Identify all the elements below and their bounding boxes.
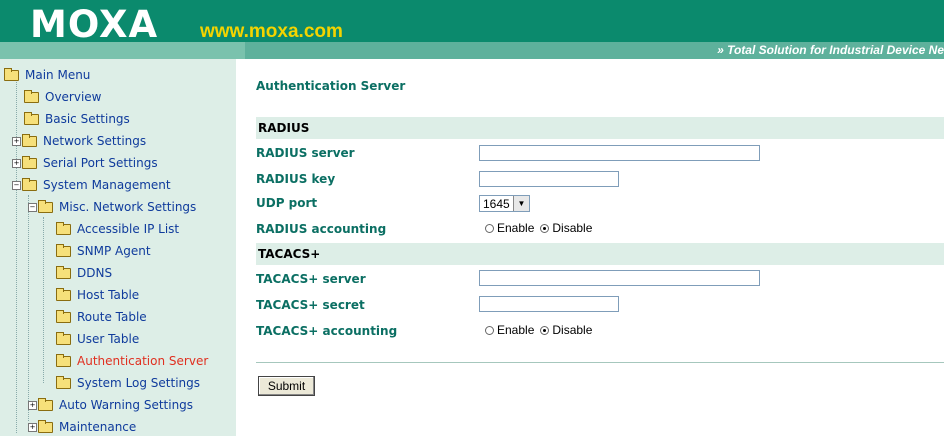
collapse-minus-icon[interactable]: − [28, 202, 37, 212]
folder-icon [56, 221, 71, 235]
sidebar-item-label: User Table [77, 332, 140, 346]
sidebar-item-maintenance[interactable]: + Maintenance [28, 417, 136, 437]
sidebar-item-label: Misc. Network Settings [59, 200, 197, 214]
sidebar-item-overview[interactable]: Overview [24, 87, 102, 107]
radius-server-label: RADIUS server [256, 146, 355, 160]
folder-icon [56, 287, 71, 301]
sidebar-item-label: Basic Settings [45, 112, 130, 126]
sidebar-item-label: Host Table [77, 288, 140, 302]
sidebar-item-label: Main Menu [25, 68, 91, 82]
folder-icon [56, 353, 71, 367]
folder-icon [56, 243, 71, 257]
collapse-minus-icon[interactable]: − [12, 180, 21, 190]
sidebar-item-serial-port-settings[interactable]: + Serial Port Settings [12, 153, 158, 173]
radius-accounting-disable-radio[interactable] [540, 223, 550, 233]
radius-accounting-enable-radio[interactable] [485, 223, 494, 233]
sidebar-item-label: Route Table [77, 310, 147, 324]
tacacs-secret-label: TACACS+ secret [256, 298, 365, 312]
sidebar-item-basic-settings[interactable]: Basic Settings [24, 109, 130, 129]
sidebar-item-label: Network Settings [43, 134, 147, 148]
tacacs-accounting-label: TACACS+ accounting [256, 324, 398, 338]
udp-port-label: UDP port [256, 196, 318, 210]
sidebar-item-label: System Management [43, 178, 171, 192]
tacacs-accounting-enable-radio[interactable] [485, 325, 494, 335]
tacacs-accounting-disable-radio[interactable] [540, 325, 550, 335]
sidebar-item-label: System Log Settings [77, 376, 201, 390]
folder-icon [56, 309, 71, 323]
header-tagline: » Total Solution for Industrial Device N… [717, 43, 944, 57]
sidebar-item-network-settings[interactable]: + Network Settings [12, 131, 146, 151]
moxa-logo: MOXA [30, 3, 159, 46]
tacacs-accounting-group: Enable Disable [485, 323, 598, 337]
folder-icon [38, 419, 53, 433]
sidebar-item-main-menu[interactable]: Main Menu [4, 65, 90, 85]
folder-icon [24, 89, 39, 103]
sidebar-item-label: Overview [45, 90, 102, 104]
radius-server-input[interactable] [479, 145, 760, 161]
radius-accounting-label: RADIUS accounting [256, 222, 387, 236]
tacacs-accounting-enable-label: Enable [497, 323, 535, 337]
expand-plus-icon[interactable]: + [12, 136, 21, 146]
expand-plus-icon[interactable]: + [28, 400, 37, 410]
sidebar-item-accessible-ip-list[interactable]: Accessible IP List [56, 219, 179, 239]
folder-icon [56, 331, 71, 345]
tree-line [43, 217, 44, 383]
dropdown-arrow-icon[interactable]: ▼ [513, 196, 529, 211]
sidebar-tree: Main Menu Overview Basic Settings + Netw… [0, 59, 236, 436]
folder-icon [24, 111, 39, 125]
sidebar-item-misc-network-settings[interactable]: − Misc. Network Settings [28, 197, 196, 217]
folder-icon [56, 375, 71, 389]
sidebar-item-snmp-agent[interactable]: SNMP Agent [56, 241, 151, 261]
tacacs-accounting-disable-label: Disable [552, 323, 593, 337]
form-separator [256, 362, 944, 363]
udp-port-value: 1645 [483, 196, 510, 211]
sidebar-item-system-management[interactable]: − System Management [12, 175, 171, 195]
page-title: Authentication Server [256, 79, 406, 93]
sidebar-item-label: DDNS [77, 266, 113, 280]
tree-line [16, 75, 17, 433]
sidebar-item-authentication-server[interactable]: Authentication Server [56, 351, 208, 371]
folder-open-icon [22, 177, 37, 191]
expand-plus-icon[interactable]: + [28, 422, 37, 432]
submit-button[interactable]: Submit [258, 376, 315, 396]
folder-icon [38, 397, 53, 411]
folder-icon [22, 133, 37, 147]
radius-key-input[interactable] [479, 171, 619, 187]
udp-port-select[interactable]: 1645 ▼ [479, 195, 530, 212]
sidebar-item-label: SNMP Agent [77, 244, 151, 258]
sidebar-item-route-table[interactable]: Route Table [56, 307, 147, 327]
folder-icon [22, 155, 37, 169]
sidebar-item-label: Maintenance [59, 420, 137, 434]
sidebar-item-user-table[interactable]: User Table [56, 329, 139, 349]
sidebar-item-label: Auto Warning Settings [59, 398, 194, 412]
sidebar-item-ddns[interactable]: DDNS [56, 263, 112, 283]
sidebar-item-system-log-settings[interactable]: System Log Settings [56, 373, 200, 393]
folder-open-icon [4, 67, 19, 81]
tacacs-server-label: TACACS+ server [256, 272, 366, 286]
section-radius: RADIUS [256, 117, 944, 139]
radius-accounting-disable-label: Disable [552, 221, 593, 235]
expand-plus-icon[interactable]: + [12, 158, 21, 168]
tacacs-server-input[interactable] [479, 270, 760, 286]
moxa-url[interactable]: www.moxa.com [200, 21, 343, 43]
radius-accounting-enable-label: Enable [497, 221, 535, 235]
sidebar-item-auto-warning-settings[interactable]: + Auto Warning Settings [28, 395, 193, 415]
tree-line [28, 195, 29, 421]
folder-open-icon [38, 199, 53, 213]
radius-key-label: RADIUS key [256, 172, 336, 186]
radius-accounting-group: Enable Disable [485, 221, 598, 235]
sidebar-item-label: Authentication Server [77, 354, 209, 368]
sidebar-item-label: Accessible IP List [77, 222, 180, 236]
header-banner: MOXA www.moxa.com » Total Solution for I… [0, 0, 944, 59]
tacacs-secret-input[interactable] [479, 296, 619, 312]
sidebar-item-host-table[interactable]: Host Table [56, 285, 139, 305]
folder-icon [56, 265, 71, 279]
main-content: Authentication Server RADIUS RADIUS serv… [236, 59, 944, 436]
sidebar-item-label: Serial Port Settings [43, 156, 158, 170]
section-tacacs: TACACS+ [256, 243, 944, 265]
